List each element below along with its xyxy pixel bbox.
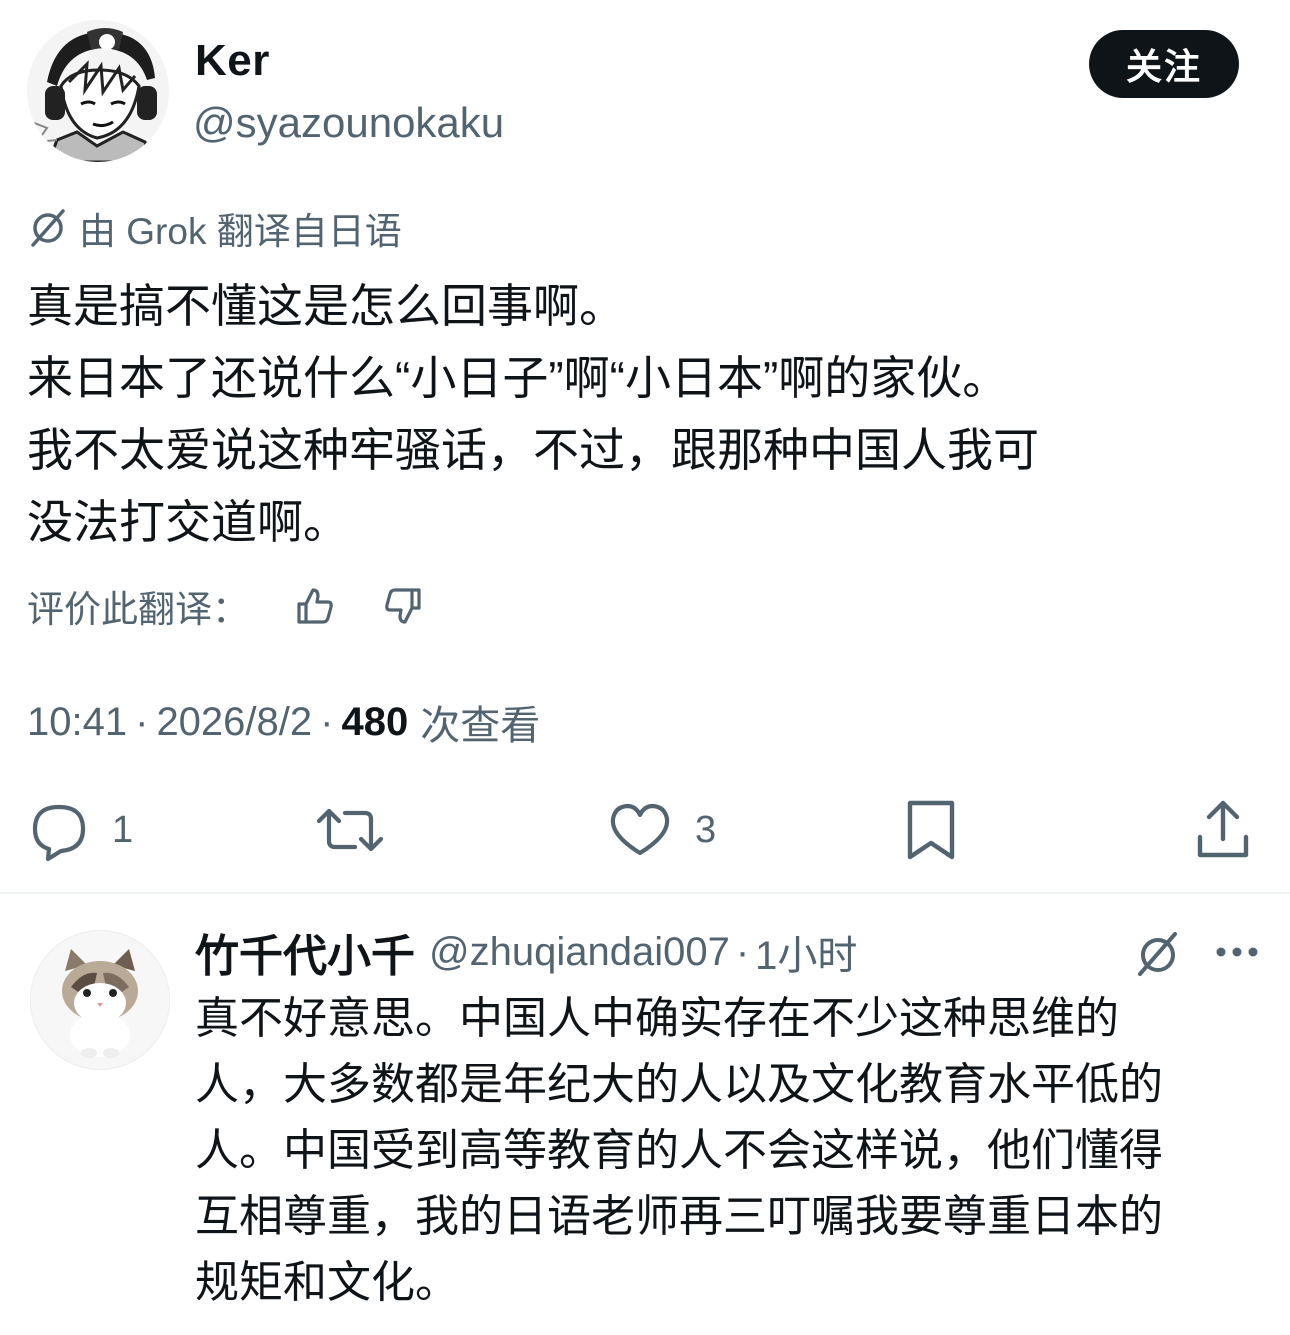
cat-avatar-icon	[31, 931, 169, 1069]
more-icon	[1216, 947, 1258, 957]
views-label: 次查看	[420, 704, 541, 748]
thumbs-up-icon	[297, 588, 333, 624]
thumbs-down-icon	[385, 588, 421, 624]
bookmark-button[interactable]	[900, 790, 962, 870]
reply-body-line: 人，大多数都是年纪大的人以及文化教育水平低的	[195, 1060, 1163, 1109]
post-body-line: 来日本了还说什么“小日子”啊“小日本”啊的家伙。	[27, 352, 1009, 404]
reply-body-line: 真不好意思。中国人中确实存在不少这种思维的	[195, 994, 1119, 1043]
post-date[interactable]: 2026/8/2	[156, 700, 312, 745]
views-count: 480	[341, 699, 409, 744]
heart-icon	[610, 803, 670, 856]
thumbs-down-button[interactable]	[381, 584, 425, 628]
rate-translation: 评价此翻译：	[27, 576, 425, 636]
reply-time[interactable]: 1小时	[755, 923, 857, 981]
translation-note: 由 Grok 翻译自日语	[27, 202, 402, 254]
grok-icon	[31, 209, 65, 247]
like-button[interactable]: 3	[607, 790, 716, 870]
reply-icon	[32, 804, 86, 861]
manga-character-avatar-icon	[27, 20, 169, 162]
author-avatar[interactable]	[27, 20, 169, 162]
retweet-button[interactable]	[315, 790, 385, 870]
reply-separator: ·	[735, 929, 750, 974]
translation-note-text: 由 Grok 翻译自日语	[79, 211, 402, 252]
author-name[interactable]: Ker	[195, 36, 270, 86]
reply-more-button[interactable]	[1212, 932, 1262, 972]
share-button[interactable]	[1192, 790, 1254, 870]
share-icon	[1197, 800, 1249, 858]
reply-grok-button[interactable]	[1130, 926, 1186, 982]
thumbs-up-button[interactable]	[293, 584, 337, 628]
reply-body: 真不好意思。中国人中确实存在不少这种思维的 人，大多数都是年纪大的人以及文化教育…	[195, 986, 1265, 1316]
post-body-line: 没法打交道啊。	[27, 496, 349, 548]
meta-separator: ·	[135, 699, 149, 744]
post-body: 真是搞不懂这是怎么回事啊。 来日本了还说什么“小日子”啊“小日本”啊的家伙。 我…	[27, 270, 1267, 558]
post-body-line: 我不太爱说这种牢骚话，不过，跟那种中国人我可	[27, 424, 1039, 476]
grok-icon	[1138, 932, 1177, 976]
reply-body-line: 人。中国受到高等教育的人不会这样说，他们懂得	[195, 1126, 1163, 1175]
reply-count: 1	[112, 808, 134, 851]
reply-author-handle[interactable]: @zhuqiandai007	[429, 930, 730, 975]
reply-button[interactable]: 1	[28, 790, 133, 870]
post-time[interactable]: 10:41	[27, 700, 127, 745]
like-count: 3	[695, 808, 717, 851]
rate-translation-label: 评价此翻译：	[27, 589, 249, 630]
post-meta: 10:41 · 2026/8/2 · 480 次查看	[27, 692, 540, 752]
meta-separator: ·	[320, 699, 334, 744]
reply-author-name[interactable]: 竹千代小千	[195, 920, 415, 984]
reply-header: 竹千代小千 @zhuqiandai007 · 1小时	[195, 922, 857, 982]
reply-avatar[interactable]	[30, 930, 170, 1070]
divider	[0, 892, 1290, 894]
post-body-line: 真是搞不懂这是怎么回事啊。	[27, 280, 625, 332]
bookmark-icon	[907, 800, 955, 860]
retweet-icon	[316, 808, 384, 852]
author-handle[interactable]: @syazounokaku	[193, 99, 504, 147]
follow-button[interactable]: 关注	[1089, 30, 1239, 98]
reply-body-line: 互相尊重，我的日语老师再三叮嘱我要尊重日本的	[195, 1192, 1163, 1241]
action-bar: 1 3	[0, 790, 1290, 870]
reply-body-line: 规矩和文化。	[195, 1258, 459, 1307]
